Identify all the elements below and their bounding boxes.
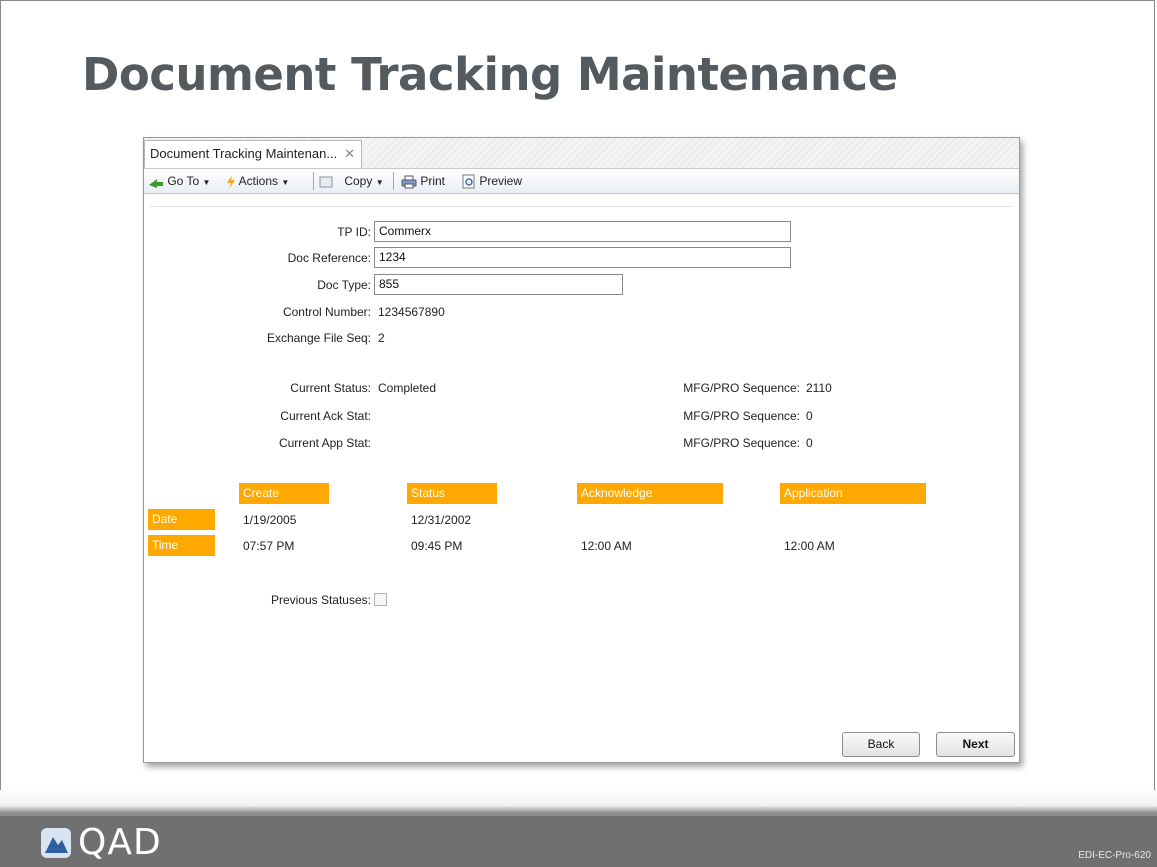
- goto-label: Go To: [167, 174, 200, 188]
- tab-document-tracking[interactable]: Document Tracking Maintenan... ✕: [144, 140, 362, 168]
- tab-label: Document Tracking Maintenan...: [150, 146, 338, 161]
- mfgpro-sequence-value: 2110: [806, 381, 832, 395]
- date-create-value: 1/19/2005: [243, 513, 297, 527]
- actions-button[interactable]: Actions ▼: [226, 173, 289, 189]
- goto-button[interactable]: Go To ▼: [148, 173, 210, 189]
- app-window: Document Tracking Maintenan... ✕ Go To ▼…: [143, 137, 1020, 763]
- chevron-down-icon: ▼: [281, 178, 290, 187]
- previous-statuses-checkbox[interactable]: [374, 593, 387, 606]
- date-status-value: 12/31/2002: [411, 513, 472, 527]
- back-button[interactable]: Back: [842, 732, 920, 757]
- control-number-value: 1234567890: [378, 305, 445, 319]
- current-app-stat-label: Current App Stat:: [278, 436, 371, 450]
- toolbar-separator: [313, 172, 314, 190]
- previous-statuses-label: Previous Statuses:: [270, 593, 371, 607]
- column-header-status: Status: [407, 483, 497, 504]
- preview-icon: [462, 174, 475, 189]
- printer-icon: [401, 175, 417, 189]
- tp-id-input[interactable]: Commerx: [374, 221, 791, 242]
- toolbar: Go To ▼ Actions ▼ Copy ▼ Print Preview: [144, 169, 1019, 194]
- copy-button[interactable]: Copy ▼: [319, 173, 384, 189]
- actions-label: Actions: [238, 174, 279, 188]
- slide-code: EDI-EC-Pro-620: [1078, 850, 1151, 861]
- column-header-acknowledge: Acknowledge: [577, 483, 723, 504]
- copy-icon: [319, 176, 333, 188]
- row-header-date: Date: [148, 509, 215, 530]
- time-application-value: 12:00 AM: [784, 539, 835, 553]
- doc-type-label: Doc Type:: [317, 278, 371, 292]
- current-status-value: Completed: [378, 381, 437, 395]
- control-number-label: Control Number:: [282, 305, 371, 319]
- close-icon[interactable]: ✕: [344, 141, 355, 167]
- current-ack-stat-label: Current Ack Stat:: [280, 409, 371, 423]
- copy-label: Copy: [344, 174, 373, 188]
- row-header-time: Time: [148, 535, 215, 556]
- mfgpro-sequence-label: MFG/PRO Sequence:: [683, 381, 800, 395]
- form-divider: [150, 206, 1013, 207]
- column-header-create: Create: [239, 483, 329, 504]
- time-acknowledge-value: 12:00 AM: [581, 539, 632, 553]
- qad-logo-text: QAD: [78, 822, 162, 863]
- mfgpro-sequence-value: 0: [806, 436, 813, 450]
- chevron-down-icon: ▼: [202, 178, 211, 187]
- mfgpro-sequence-label: MFG/PRO Sequence:: [683, 409, 800, 423]
- exchange-file-seq-label: Exchange File Seq:: [266, 331, 371, 345]
- preview-label: Preview: [479, 174, 523, 188]
- doc-reference-input[interactable]: 1234: [374, 247, 791, 268]
- toolbar-separator: [393, 172, 394, 190]
- mfgpro-sequence-value: 0: [806, 409, 813, 423]
- doc-reference-label: Doc Reference:: [287, 251, 371, 265]
- qad-logo-icon: [41, 828, 71, 858]
- chevron-down-icon: ▼: [375, 178, 384, 187]
- slide-title: Document Tracking Maintenance: [82, 48, 898, 101]
- preview-button[interactable]: Preview: [462, 173, 522, 189]
- column-header-application: Application: [780, 483, 926, 504]
- doc-type-input[interactable]: 855: [374, 274, 623, 295]
- current-status-label: Current Status:: [290, 381, 371, 395]
- print-label: Print: [420, 174, 446, 188]
- time-status-value: 09:45 PM: [411, 539, 463, 553]
- next-button[interactable]: Next: [936, 732, 1015, 757]
- lightning-icon: [227, 174, 235, 189]
- print-button[interactable]: Print: [401, 173, 445, 189]
- goto-arrow-icon: [149, 178, 163, 188]
- mfgpro-sequence-label: MFG/PRO Sequence:: [683, 436, 800, 450]
- time-create-value: 07:57 PM: [243, 539, 295, 553]
- tp-id-label: TP ID:: [337, 225, 371, 239]
- tab-bar: Document Tracking Maintenan... ✕: [144, 138, 1019, 169]
- exchange-file-seq-value: 2: [378, 331, 385, 345]
- footer-bar: [0, 816, 1157, 867]
